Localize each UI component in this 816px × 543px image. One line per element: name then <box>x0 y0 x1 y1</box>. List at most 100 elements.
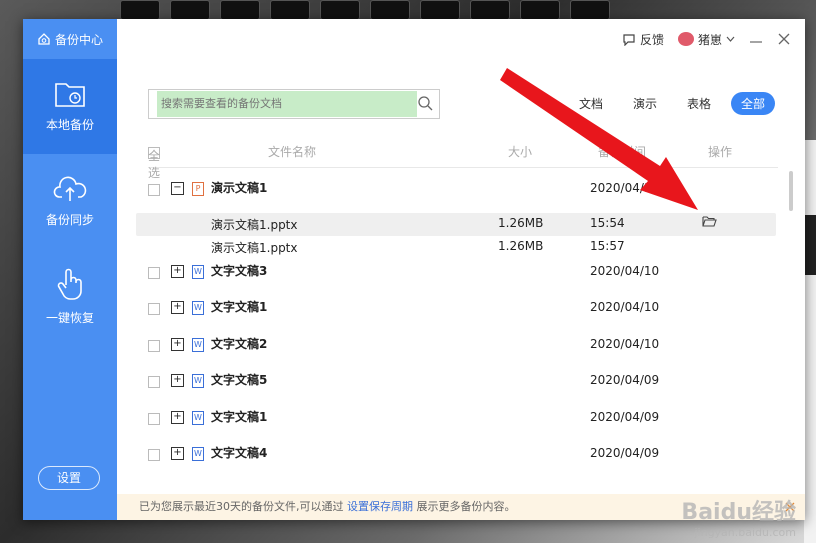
watermark-sub: jingyan.baidu.com <box>694 526 796 539</box>
expand-toggle[interactable]: + <box>171 374 184 387</box>
table-row[interactable]: + W 文字文稿5 2020/04/09 <box>136 368 776 405</box>
collapse-toggle[interactable]: − <box>171 182 184 195</box>
backup-date: 2020/04/09 <box>590 446 660 460</box>
header-action: 操作 <box>708 145 733 159</box>
filter-documents[interactable]: 文档 <box>569 92 613 115</box>
sidebar-item-label: 本地备份 <box>45 118 94 132</box>
footer-text-2: 展示更多备份内容。 <box>416 500 516 513</box>
backup-date: 2020/04/10 <box>590 263 660 278</box>
backup-center-window: 备份中心 本地备份 备份同步 一键恢复 设置 反馈 猪崽 搜索需要查看的备份文档… <box>23 19 805 520</box>
document-file-icon: W <box>192 337 204 352</box>
filter-presentations[interactable]: 演示 <box>623 92 667 115</box>
expand-toggle[interactable]: + <box>171 301 184 314</box>
expand-toggle[interactable]: + <box>171 410 184 424</box>
backup-time: 15:57 <box>590 238 625 253</box>
sidebar-item-backup-sync[interactable]: 备份同步 <box>23 154 117 249</box>
sidebar: 备份中心 本地备份 备份同步 一键恢复 设置 <box>23 19 117 520</box>
backup-time: 15:54 <box>590 215 625 230</box>
backup-file-list: − P 演示文稿1 2020/04/10 演示文稿1.pptx 1.26MB 1… <box>136 176 776 478</box>
row-checkbox[interactable] <box>148 376 160 388</box>
row-checkbox[interactable] <box>148 412 160 425</box>
home-icon <box>38 33 50 45</box>
open-folder-icon[interactable] <box>702 215 717 228</box>
filter-spreadsheets[interactable]: 表格 <box>677 92 721 115</box>
feedback-label: 反馈 <box>639 32 664 47</box>
file-name: 文字文稿1 <box>211 409 268 424</box>
file-name: 文字文稿3 <box>211 263 268 278</box>
search-box <box>148 89 440 119</box>
expand-toggle[interactable]: + <box>171 337 184 351</box>
sidebar-title: 备份中心 <box>54 32 103 47</box>
document-file-icon: W <box>192 447 204 461</box>
presentation-file-icon: P <box>192 182 204 196</box>
file-name: 文字文稿4 <box>211 446 268 460</box>
file-size: 1.26MB <box>498 238 544 253</box>
backup-date: 2020/04/10 <box>590 181 660 195</box>
user-menu[interactable]: 猪崽 <box>677 31 735 48</box>
retention-settings-link[interactable]: 设置保存周期 <box>347 500 413 513</box>
document-file-icon: W <box>192 301 204 315</box>
watermark-main: Baidu经验 <box>681 500 796 525</box>
expand-toggle[interactable]: + <box>171 264 184 278</box>
cloud-upload-icon <box>53 176 87 201</box>
document-file-icon: W <box>192 374 204 388</box>
keyboard-keys <box>120 0 616 20</box>
settings-button[interactable]: 设置 <box>38 466 100 490</box>
backup-date: 2020/04/09 <box>590 373 660 387</box>
document-file-icon: W <box>192 410 204 425</box>
table-header: 全选 文件名称 大小 备份时间 操作 <box>148 139 778 180</box>
user-name: 猪崽 <box>697 32 722 47</box>
table-row[interactable]: + W 文字文稿4 2020/04/09 <box>136 441 776 478</box>
file-name: 演示文稿1.pptx <box>211 240 298 255</box>
feedback-button[interactable]: 反馈 <box>622 31 664 48</box>
file-name: 演示文稿1.pptx <box>211 217 298 232</box>
backup-date: 2020/04/10 <box>590 300 660 314</box>
header-name: 文件名称 <box>268 145 317 159</box>
table-row[interactable]: 演示文稿1.pptx 1.26MB 15:57 <box>136 236 776 259</box>
watermark: Baidu经验 jingyan.baidu.com <box>681 494 796 539</box>
close-icon[interactable] <box>777 32 791 46</box>
file-type-filters: 文档 演示 表格 全部 <box>569 92 775 115</box>
row-checkbox[interactable] <box>148 266 160 279</box>
row-checkbox[interactable] <box>148 339 160 352</box>
row-checkbox[interactable] <box>148 303 160 315</box>
table-row[interactable]: + W 文字文稿1 2020/04/10 <box>136 295 776 332</box>
row-checkbox[interactable] <box>148 184 160 196</box>
header-time: 备份时间 <box>598 145 647 159</box>
list-scrollbar[interactable] <box>789 171 793 211</box>
sidebar-item-local-backup[interactable]: 本地备份 <box>23 59 117 154</box>
background-paper <box>804 140 816 543</box>
expand-toggle[interactable]: + <box>171 447 184 460</box>
header-size: 大小 <box>508 145 533 159</box>
minimize-icon[interactable] <box>749 32 763 46</box>
table-row[interactable]: 演示文稿1.pptx 1.26MB 15:54 <box>136 212 776 236</box>
sidebar-item-label: 备份同步 <box>45 213 94 227</box>
chat-bubble-icon <box>623 33 635 46</box>
document-file-icon: W <box>192 264 204 279</box>
backup-date: 2020/04/09 <box>590 409 660 424</box>
search-input[interactable] <box>157 91 417 117</box>
file-name: 文字文稿1 <box>211 300 268 314</box>
hand-pointer-icon <box>57 268 82 300</box>
table-row[interactable]: − P 演示文稿1 2020/04/10 <box>136 176 776 213</box>
title-bar: 反馈 猪崽 <box>117 19 805 59</box>
table-row[interactable]: + W 文字文稿3 2020/04/10 <box>136 259 776 296</box>
folder-clock-icon <box>55 83 85 107</box>
footer-text-1: 已为您展示最近30天的备份文件,可以通过 <box>139 500 344 513</box>
sidebar-item-label: 一键恢复 <box>45 311 94 325</box>
chevron-down-icon <box>726 36 735 42</box>
background-glyph <box>804 215 816 275</box>
file-size: 1.26MB <box>498 215 544 230</box>
search-icon[interactable] <box>417 95 433 111</box>
row-checkbox[interactable] <box>148 449 160 461</box>
file-name: 文字文稿2 <box>211 336 268 351</box>
backup-date: 2020/04/10 <box>590 336 660 351</box>
file-name: 文字文稿5 <box>211 373 268 387</box>
sidebar-item-one-click-restore[interactable]: 一键恢复 <box>23 249 117 344</box>
table-row[interactable]: + W 文字文稿1 2020/04/09 <box>136 405 776 442</box>
table-row[interactable]: + W 文字文稿2 2020/04/10 <box>136 332 776 369</box>
file-name: 演示文稿1 <box>211 181 268 195</box>
sidebar-header: 备份中心 <box>23 19 117 59</box>
avatar <box>677 32 694 46</box>
filter-all[interactable]: 全部 <box>730 92 775 115</box>
